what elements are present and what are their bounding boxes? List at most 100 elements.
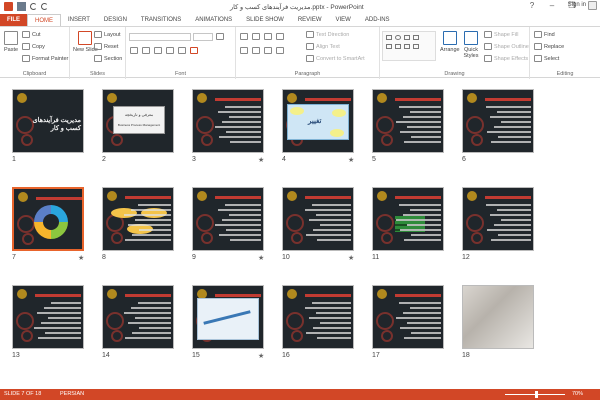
align-center-icon[interactable] <box>252 47 260 54</box>
slide-thumbnail[interactable] <box>192 89 264 153</box>
zoom-level[interactable]: 70% <box>572 391 583 397</box>
find-button[interactable]: Find <box>534 31 555 38</box>
save-icon[interactable] <box>17 2 26 11</box>
justify-icon[interactable] <box>276 47 284 54</box>
section-button[interactable]: Section <box>94 55 122 62</box>
gear-decoration <box>196 116 214 134</box>
transition-star-icon[interactable]: ★ <box>348 254 354 262</box>
gear-decoration <box>466 116 484 134</box>
slide-thumbnail[interactable] <box>12 285 84 349</box>
strikethrough-icon[interactable] <box>166 47 174 54</box>
slide-thumbnail[interactable] <box>192 187 264 251</box>
slide-thumbnail[interactable] <box>372 89 444 153</box>
shape-star-icon[interactable] <box>395 44 401 49</box>
tab-animations[interactable]: ANIMATIONS <box>188 14 239 26</box>
shape-fill-button[interactable]: Shape Fill <box>484 31 518 38</box>
shape-rect-icon[interactable] <box>386 35 392 40</box>
shape-triangle-icon[interactable] <box>386 44 392 49</box>
tab-insert[interactable]: INSERT <box>61 14 97 26</box>
tab-file[interactable]: FILE <box>0 14 27 26</box>
slide-thumbnail[interactable] <box>372 187 444 251</box>
account-icon[interactable] <box>588 1 597 10</box>
shapes-gallery[interactable] <box>382 31 436 61</box>
transition-star-icon[interactable]: ★ <box>258 352 264 360</box>
shape-effects-button[interactable]: Shape Effects <box>484 55 528 62</box>
slide-thumbnail[interactable] <box>102 285 174 349</box>
reset-button[interactable]: Reset <box>94 43 118 50</box>
shape-line-icon[interactable] <box>404 35 410 40</box>
minimize-button[interactable]: – <box>546 1 558 10</box>
copy-button[interactable]: Copy <box>22 43 45 50</box>
slide-thumbnail[interactable]: تغییر <box>282 89 354 153</box>
shape-callout-icon[interactable] <box>413 44 419 49</box>
replace-button[interactable]: Replace <box>534 43 564 50</box>
transition-star-icon[interactable]: ★ <box>258 254 264 262</box>
gear-decoration <box>106 312 124 330</box>
font-size-combo[interactable] <box>193 33 213 41</box>
grow-font-button[interactable] <box>216 33 224 40</box>
slide-thumbnail[interactable] <box>462 89 534 153</box>
italic-icon[interactable] <box>142 47 150 54</box>
slide-thumbnail[interactable] <box>462 187 534 251</box>
slide-thumbnail[interactable] <box>282 187 354 251</box>
slide-thumbnail[interactable]: مدیریت فرآیندهای کسب و کار <box>12 89 84 153</box>
slide-thumbnail[interactable] <box>372 285 444 349</box>
increase-indent-icon[interactable] <box>276 33 284 40</box>
paste-button[interactable]: Paste <box>4 31 18 53</box>
slide-thumbnail[interactable] <box>12 187 84 251</box>
align-text-icon <box>306 43 314 50</box>
transition-star-icon[interactable]: ★ <box>258 156 264 164</box>
text-line <box>396 219 441 221</box>
decrease-indent-icon[interactable] <box>264 33 272 40</box>
tab-review[interactable]: REVIEW <box>291 14 329 26</box>
tab-design[interactable]: DESIGN <box>97 14 134 26</box>
text-line <box>219 234 261 236</box>
transition-star-icon[interactable]: ★ <box>348 156 354 164</box>
shape-bracket-icon[interactable] <box>404 44 410 49</box>
tab-add-ins[interactable]: ADD-INS <box>358 14 397 26</box>
drawing-group-label: Drawing <box>444 71 465 77</box>
convert-smartart-button[interactable]: Convert to SmartArt <box>306 55 365 62</box>
format-painter-button[interactable]: Format Painter <box>22 55 68 62</box>
select-button[interactable]: Select <box>534 55 559 62</box>
slide-thumbnail[interactable] <box>102 187 174 251</box>
redo-icon[interactable] <box>41 3 48 10</box>
slide-thumbnail[interactable] <box>192 285 264 349</box>
slide-thumbnail[interactable]: معرفی و تاریخچه Business Process Manageme… <box>102 89 174 153</box>
language-indicator[interactable]: PERSIAN <box>60 391 84 397</box>
window-title: مدیریت فرآیندهای کسب و کار.pptx - PowerP… <box>230 4 364 11</box>
align-text-button[interactable]: Align Text <box>306 43 340 50</box>
shape-arrow-icon[interactable] <box>413 35 419 40</box>
shape-outline-button[interactable]: Shape Outline <box>484 43 529 50</box>
shape-oval-icon[interactable] <box>395 35 401 40</box>
sign-in-link[interactable]: Sign in <box>568 2 586 8</box>
align-left-icon[interactable] <box>240 47 248 54</box>
undo-icon[interactable] <box>30 3 37 10</box>
font-group: Font <box>126 27 236 79</box>
tab-home[interactable]: HOME <box>27 14 61 26</box>
layout-button[interactable]: Layout <box>94 31 121 38</box>
underline-icon[interactable] <box>154 47 162 54</box>
powerpoint-app-icon[interactable] <box>4 2 13 11</box>
tab-slide-show[interactable]: SLIDE SHOW <box>239 14 291 26</box>
cut-button[interactable]: Cut <box>22 31 41 38</box>
text-line <box>490 116 531 118</box>
bullets-icon[interactable] <box>240 33 248 40</box>
numbering-icon[interactable] <box>252 33 260 40</box>
tab-transitions[interactable]: TRANSITIONS <box>134 14 188 26</box>
help-icon[interactable]: ? <box>526 1 538 10</box>
arrange-button[interactable]: Arrange <box>440 31 460 53</box>
align-right-icon[interactable] <box>264 47 272 54</box>
font-name-combo[interactable] <box>129 33 191 41</box>
quick-styles-button[interactable]: Quick Styles <box>462 31 480 59</box>
text-direction-button[interactable]: Text Direction <box>306 31 349 38</box>
slide-thumbnail[interactable] <box>282 285 354 349</box>
bold-icon[interactable] <box>130 47 138 54</box>
transition-star-icon[interactable]: ★ <box>78 254 84 262</box>
tab-view[interactable]: VIEW <box>329 14 358 26</box>
slide-thumbnail[interactable] <box>462 285 534 349</box>
zoom-slider-handle[interactable] <box>535 391 538 398</box>
shadow-icon[interactable] <box>178 47 186 54</box>
slide-sorter: مدیریت فرآیندهای کسب و کار 1 معرفی و تاریخ… <box>0 79 600 389</box>
font-color-icon[interactable] <box>190 47 198 54</box>
